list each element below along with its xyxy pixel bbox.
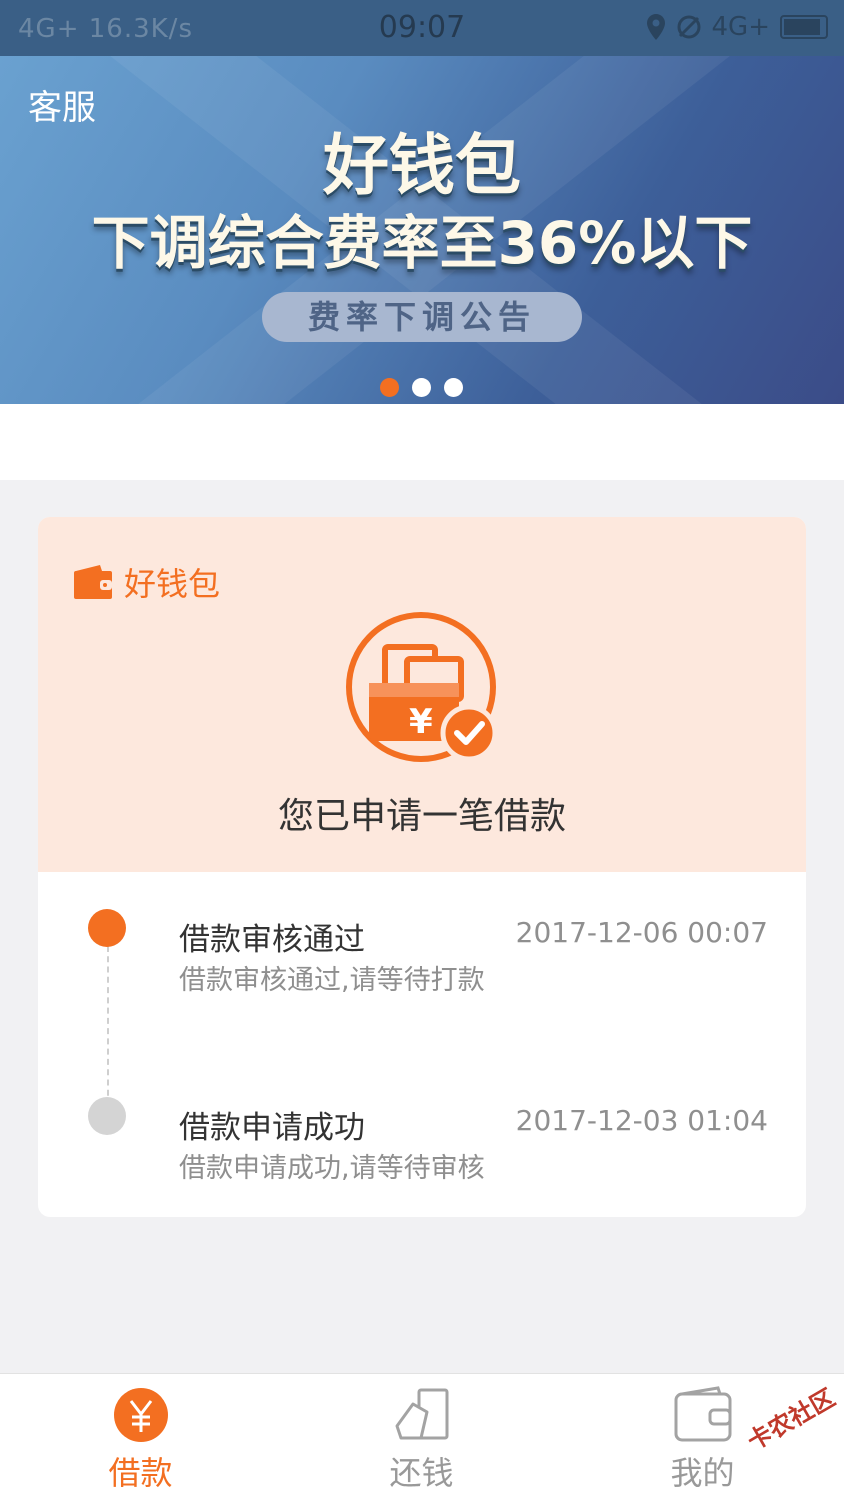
timeline-dot-active <box>88 909 126 947</box>
yen-circle-icon <box>114 1388 168 1442</box>
timeline-dot-inactive <box>88 1097 126 1135</box>
loan-timeline: 借款审核通过 2017-12-06 00:07 借款审核通过,请等待打款 借款申… <box>38 872 806 1217</box>
brand: 好钱包 <box>74 559 220 605</box>
status-icons: 4G+ <box>646 12 828 42</box>
nav-mine-label: 我的 <box>670 1454 735 1492</box>
nav-repay-tab[interactable]: 还钱 <box>281 1374 562 1501</box>
nav-borrow-tab[interactable]: 借款 <box>0 1374 281 1501</box>
carousel-dot-1[interactable] <box>380 378 399 397</box>
status-bar: 4G+ 16.3K/s 09:07 4G+ <box>0 0 844 56</box>
timeline-item-desc: 借款申请成功,请等待审核 <box>179 1153 485 1184</box>
spacer <box>0 404 844 480</box>
loan-status-card: 好钱包 ¥ 您已申请一笔借款 借款审核通过 2017-12-06 00:07 借… <box>38 517 806 1217</box>
carousel-indicator <box>380 378 463 397</box>
wallet-icon <box>674 1386 732 1442</box>
banner-title: 好钱包 <box>323 127 521 204</box>
timeline-item-title: 借款申请成功 <box>179 1110 365 1146</box>
loan-applied-icon: ¥ <box>346 612 498 762</box>
brand-label: 好钱包 <box>124 565 221 603</box>
timeline-connector <box>107 946 109 1106</box>
network-type: 4G+ <box>711 12 770 42</box>
carousel-dot-2[interactable] <box>412 378 431 397</box>
banner-subtitle: 下调综合费率至36%以下 <box>91 209 753 277</box>
wallet-brand-icon <box>74 565 112 599</box>
alarm-off-icon <box>677 15 701 39</box>
nav-repay-label: 还钱 <box>389 1454 454 1492</box>
rate-notice-button[interactable]: 费率下调公告 <box>262 292 582 342</box>
bottom-nav: 借款 还钱 我的 <box>0 1373 844 1501</box>
card-header: 好钱包 ¥ 您已申请一笔借款 <box>38 517 806 872</box>
status-message: 您已申请一笔借款 <box>277 796 566 837</box>
timeline-item-title: 借款审核通过 <box>179 922 365 958</box>
location-icon <box>646 14 665 40</box>
nav-borrow-label: 借款 <box>108 1454 173 1492</box>
timeline-item-time: 2017-12-03 01:04 <box>515 1104 768 1137</box>
timeline-item-desc: 借款审核通过,请等待打款 <box>179 965 485 996</box>
timeline-item-time: 2017-12-06 00:07 <box>515 916 768 949</box>
repay-icon <box>395 1388 449 1440</box>
promo-banner[interactable]: 客服 好钱包 下调综合费率至36%以下 费率下调公告 <box>0 56 844 404</box>
battery-icon <box>780 15 828 39</box>
svg-text:¥: ¥ <box>409 702 433 742</box>
carousel-dot-3[interactable] <box>444 378 463 397</box>
